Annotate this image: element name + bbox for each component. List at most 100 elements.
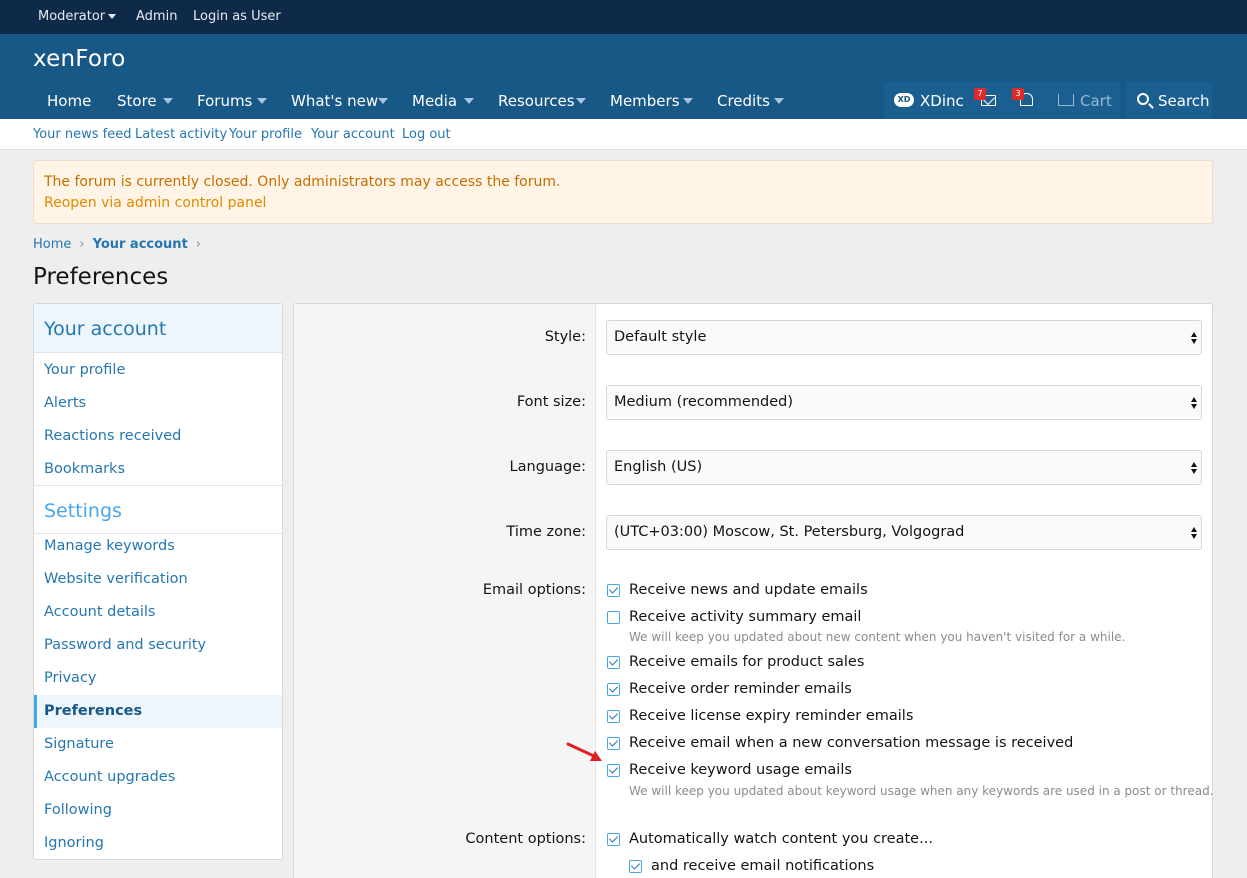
- nav-store[interactable]: Store: [117, 92, 157, 110]
- checkbox-license-expiry[interactable]: [607, 710, 620, 723]
- breadcrumb-your-account[interactable]: Your account: [93, 237, 188, 252]
- checkbox-email-notifications[interactable]: [629, 860, 642, 873]
- subnav-your-profile[interactable]: Your profile: [229, 127, 302, 142]
- checkbox-product-sales[interactable]: [607, 656, 620, 669]
- sidebar-item-following[interactable]: Following: [34, 794, 282, 827]
- language-value: English (US): [614, 459, 703, 475]
- sidebar-item-your-profile[interactable]: Your profile: [34, 354, 282, 387]
- checkbox-auto-watch[interactable]: [607, 833, 620, 846]
- sidebar-item-label: Signature: [44, 736, 114, 752]
- checkbox-label[interactable]: Receive license expiry reminder emails: [629, 708, 913, 724]
- subnav-your-account[interactable]: Your account: [311, 127, 395, 142]
- subnav-log-out[interactable]: Log out: [402, 127, 451, 142]
- sidebar-heading-your-account[interactable]: Your account: [34, 304, 282, 353]
- moderator-menu[interactable]: Moderator: [38, 9, 117, 24]
- breadcrumb-home[interactable]: Home: [33, 237, 71, 252]
- nav-members[interactable]: Members: [610, 92, 680, 110]
- sidebar-item-label: Preferences: [44, 703, 143, 719]
- conversations-badge: 7: [974, 88, 986, 100]
- sidebar-item-account-details[interactable]: Account details: [34, 596, 282, 629]
- chevron-down-icon: [108, 14, 117, 19]
- language-select[interactable]: English (US): [606, 450, 1202, 485]
- breadcrumb: Home › Your account ›: [33, 237, 209, 252]
- page-title: Preferences: [33, 264, 169, 290]
- sidebar-item-label: Privacy: [44, 670, 97, 686]
- admin-link[interactable]: Admin: [136, 9, 177, 24]
- nav-home[interactable]: Home: [47, 92, 91, 110]
- checkbox-label[interactable]: Receive email when a new conversation me…: [629, 735, 1073, 751]
- sidebar-item-label: Bookmarks: [44, 461, 126, 477]
- chevron-right-icon: ›: [195, 237, 201, 252]
- checkbox-label[interactable]: Receive news and update emails: [629, 582, 868, 598]
- login-as-user-link[interactable]: Login as User: [193, 9, 281, 24]
- checkbox-label[interactable]: and receive email notifications: [651, 858, 874, 874]
- cart-link[interactable]: Cart: [1080, 92, 1112, 110]
- notice-message: The forum is currently closed. Only admi…: [44, 174, 561, 190]
- style-value: Default style: [614, 329, 707, 345]
- sidebar-item-bookmarks[interactable]: Bookmarks: [34, 453, 282, 486]
- sidebar-item-password-security[interactable]: Password and security: [34, 629, 282, 662]
- checkbox-label[interactable]: Automatically watch content you create..…: [629, 831, 933, 847]
- subnav-latest-activity[interactable]: Latest activity: [135, 127, 227, 142]
- style-select[interactable]: Default style: [606, 320, 1202, 355]
- sidebar-item-privacy[interactable]: Privacy: [34, 662, 282, 695]
- username-link[interactable]: XDinc: [920, 92, 964, 110]
- sidebar-heading-label: Settings: [44, 500, 122, 522]
- sidebar-item-signature[interactable]: Signature: [34, 728, 282, 761]
- sidebar-item-label: Ignoring: [44, 835, 104, 851]
- sidebar-item-label: Website verification: [44, 571, 188, 587]
- nav-media[interactable]: Media: [412, 92, 457, 110]
- sidebar-item-ignoring[interactable]: Ignoring: [34, 827, 282, 860]
- moderator-label: Moderator: [38, 9, 106, 24]
- timezone-select[interactable]: (UTC+03:00) Moscow, St. Petersburg, Volg…: [606, 515, 1202, 550]
- checkbox-label[interactable]: Receive activity summary email: [629, 609, 861, 625]
- site-logo[interactable]: xenForo: [33, 46, 126, 72]
- chevron-down-icon[interactable]: [683, 98, 693, 104]
- subnav-news-feed[interactable]: Your news feed: [33, 127, 131, 142]
- checkbox-conversation-email[interactable]: [607, 737, 620, 750]
- checkbox-label[interactable]: Receive keyword usage emails: [629, 762, 852, 778]
- user-area: XD XDinc 7 3 Cart: [884, 82, 1120, 119]
- nav-whats-new[interactable]: What's new: [291, 92, 378, 110]
- sidebar-item-label: Alerts: [44, 395, 87, 411]
- sidebar-item-website-verification[interactable]: Website verification: [34, 563, 282, 596]
- checkbox-activity-summary[interactable]: [607, 611, 620, 624]
- annotation-arrow-icon: [566, 742, 602, 761]
- chevron-down-icon[interactable]: [774, 98, 784, 104]
- nav-credits[interactable]: Credits: [717, 92, 770, 110]
- sidebar-item-label: Account details: [44, 604, 156, 620]
- checkbox-news-emails[interactable]: [607, 584, 620, 597]
- forum-closed-notice: The forum is currently closed. Only admi…: [33, 160, 1213, 224]
- sidebar-item-manage-keywords[interactable]: Manage keywords: [34, 530, 282, 563]
- sidebar-item-alerts[interactable]: Alerts: [34, 387, 282, 420]
- checkbox-keyword-usage[interactable]: [607, 764, 620, 777]
- checkbox-label[interactable]: Receive order reminder emails: [629, 681, 852, 697]
- chevron-down-icon[interactable]: [576, 98, 586, 104]
- checkbox-order-reminder[interactable]: [607, 683, 620, 696]
- reopen-link[interactable]: Reopen via admin control panel: [44, 195, 266, 211]
- font-size-select[interactable]: Medium (recommended): [606, 385, 1202, 420]
- sidebar-item-preferences[interactable]: Preferences: [34, 695, 282, 728]
- language-label: Language:: [509, 459, 586, 475]
- sidebar-item-reactions[interactable]: Reactions received: [34, 420, 282, 453]
- content-options-label: Content options:: [465, 831, 586, 847]
- sidebar-heading-settings: Settings: [34, 485, 282, 534]
- sidebar-item-account-upgrades[interactable]: Account upgrades: [34, 761, 282, 794]
- avatar[interactable]: XD: [894, 93, 914, 107]
- search-label: Search: [1158, 92, 1210, 110]
- search-button[interactable]: Search: [1126, 82, 1212, 119]
- chevron-down-icon[interactable]: [464, 98, 474, 104]
- alerts-badge: 3: [1012, 88, 1024, 100]
- nav-resources[interactable]: Resources: [498, 92, 575, 110]
- chevron-down-icon[interactable]: [378, 98, 388, 104]
- sidebar-item-label: Reactions received: [44, 428, 182, 444]
- sub-navigation: Your news feed Latest activity Your prof…: [0, 119, 1247, 150]
- cart-icon[interactable]: [1058, 94, 1074, 106]
- nav-forums[interactable]: Forums: [197, 92, 252, 110]
- chevron-down-icon[interactable]: [257, 98, 267, 104]
- font-size-value: Medium (recommended): [614, 394, 793, 410]
- logo-text: xenForo: [33, 46, 126, 72]
- chevron-down-icon[interactable]: [163, 98, 173, 104]
- checkbox-label[interactable]: Receive emails for product sales: [629, 654, 864, 670]
- staff-bar: Moderator Admin Login as User: [0, 0, 1247, 34]
